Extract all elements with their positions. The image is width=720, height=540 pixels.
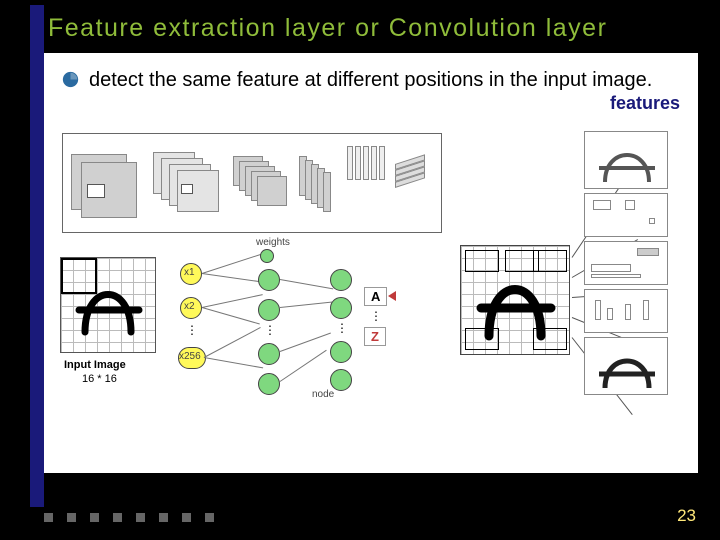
nodes-label: node <box>312 389 334 400</box>
receptive-field-box <box>61 258 97 294</box>
feature-tile <box>584 193 668 237</box>
scanned-input-image <box>460 245 570 355</box>
footer-dots <box>44 513 214 522</box>
x2-label: x2 <box>184 301 195 312</box>
xlast-label: x256 <box>179 351 201 362</box>
feature-tile <box>584 241 668 285</box>
slide-body: detect the same feature at different pos… <box>44 53 698 473</box>
bullet-text: detect the same feature at different pos… <box>89 67 652 94</box>
feature-column <box>584 131 676 399</box>
output-z: Z <box>364 327 386 346</box>
accent-bar <box>30 5 44 507</box>
x1-label: x1 <box>184 267 195 278</box>
input-image-grid <box>60 257 156 353</box>
page-number: 23 <box>677 506 696 526</box>
feature-tile <box>584 337 668 395</box>
bullet-icon <box>62 71 79 88</box>
input-dims: 16 * 16 <box>82 373 117 385</box>
red-triangle-icon <box>388 291 396 301</box>
feature-tile <box>584 289 668 333</box>
cnn-stack-illustration <box>62 133 442 233</box>
slide-title: Feature extraction layer or Convolution … <box>0 0 720 53</box>
features-label: features <box>610 93 680 114</box>
bullet-row: detect the same feature at different pos… <box>62 67 680 94</box>
nn-illustration: Input Image 16 * 16 x1 x2 ⋮ x256 ⋮ <box>60 257 410 467</box>
input-caption: Input Image <box>64 359 126 371</box>
output-a: A <box>364 287 387 306</box>
diagram-area: Input Image 16 * 16 x1 x2 ⋮ x256 ⋮ <box>54 127 688 463</box>
feature-tile <box>584 131 668 189</box>
weights-label: weights <box>256 237 290 248</box>
